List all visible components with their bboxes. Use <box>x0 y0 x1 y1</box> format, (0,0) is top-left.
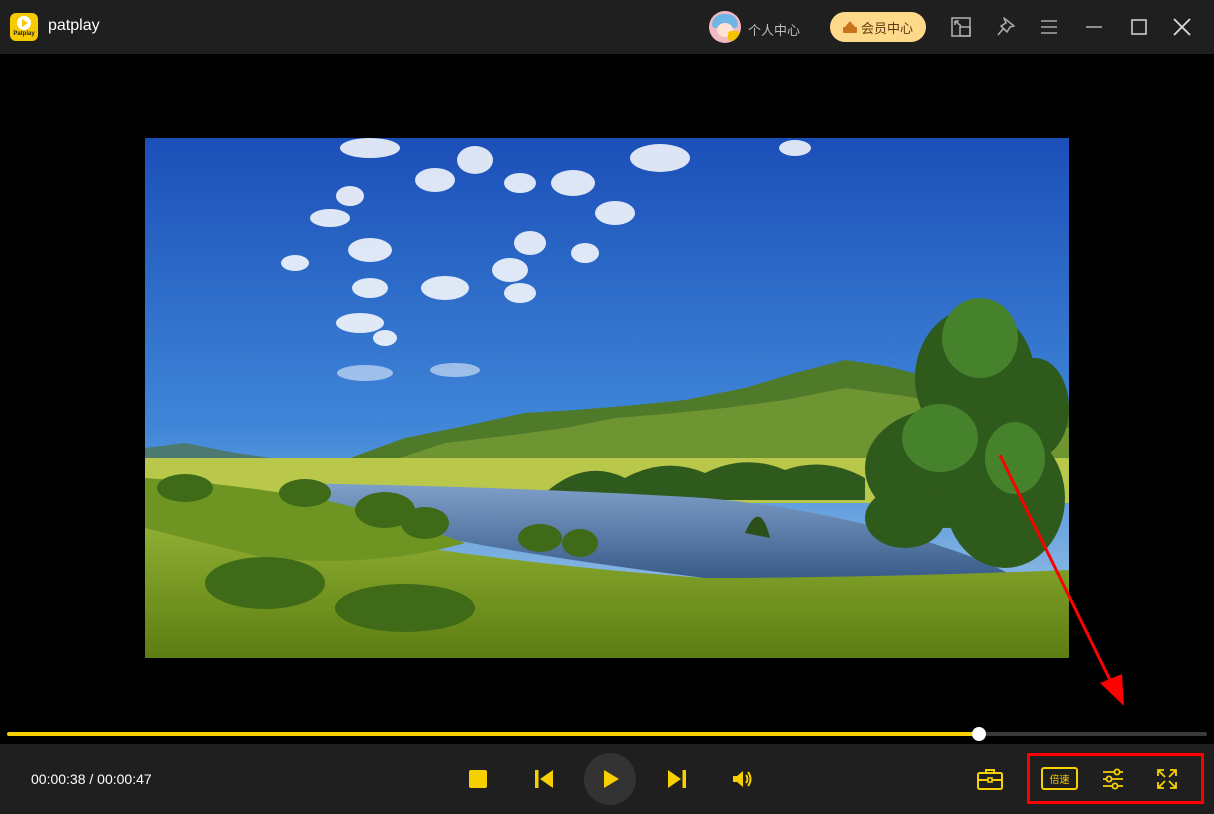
progress-bar[interactable] <box>7 727 1207 741</box>
annotation-highlight-box <box>1027 753 1204 804</box>
time-display: 00:00:38 / 00:00:47 <box>31 771 152 787</box>
play-button[interactable] <box>584 753 636 805</box>
current-time: 00:00:38 <box>31 771 86 787</box>
crown-icon <box>842 21 857 33</box>
pin-icon[interactable] <box>991 12 1021 42</box>
total-time: 00:00:47 <box>97 771 152 787</box>
minimize-icon[interactable] <box>1079 12 1109 42</box>
vip-center-button[interactable]: 会员中心 <box>830 12 926 42</box>
mini-mode-icon[interactable] <box>946 12 976 42</box>
app-title: patplay <box>48 17 100 34</box>
progress-thumb[interactable] <box>972 727 986 741</box>
patplay-logo-icon: Patplay <box>10 13 38 41</box>
close-icon[interactable] <box>1167 12 1197 42</box>
progress-fill <box>7 732 979 736</box>
user-center-link[interactable]: 个人中心 <box>748 20 800 39</box>
next-icon[interactable] <box>664 767 690 791</box>
play-icon <box>604 770 619 788</box>
menu-icon[interactable] <box>1034 12 1064 42</box>
volume-icon[interactable] <box>729 766 755 792</box>
video-frame[interactable] <box>145 138 1069 658</box>
maximize-icon[interactable] <box>1124 12 1154 42</box>
vip-center-label: 会员中心 <box>860 20 913 36</box>
stop-icon[interactable] <box>466 767 490 791</box>
toolbox-icon[interactable] <box>975 765 1005 793</box>
previous-icon[interactable] <box>531 767 557 791</box>
avatar[interactable] <box>709 11 741 43</box>
title-bar: Patplay patplay 个人中心 会员中心 <box>0 0 1214 54</box>
time-separator: / <box>85 771 98 787</box>
